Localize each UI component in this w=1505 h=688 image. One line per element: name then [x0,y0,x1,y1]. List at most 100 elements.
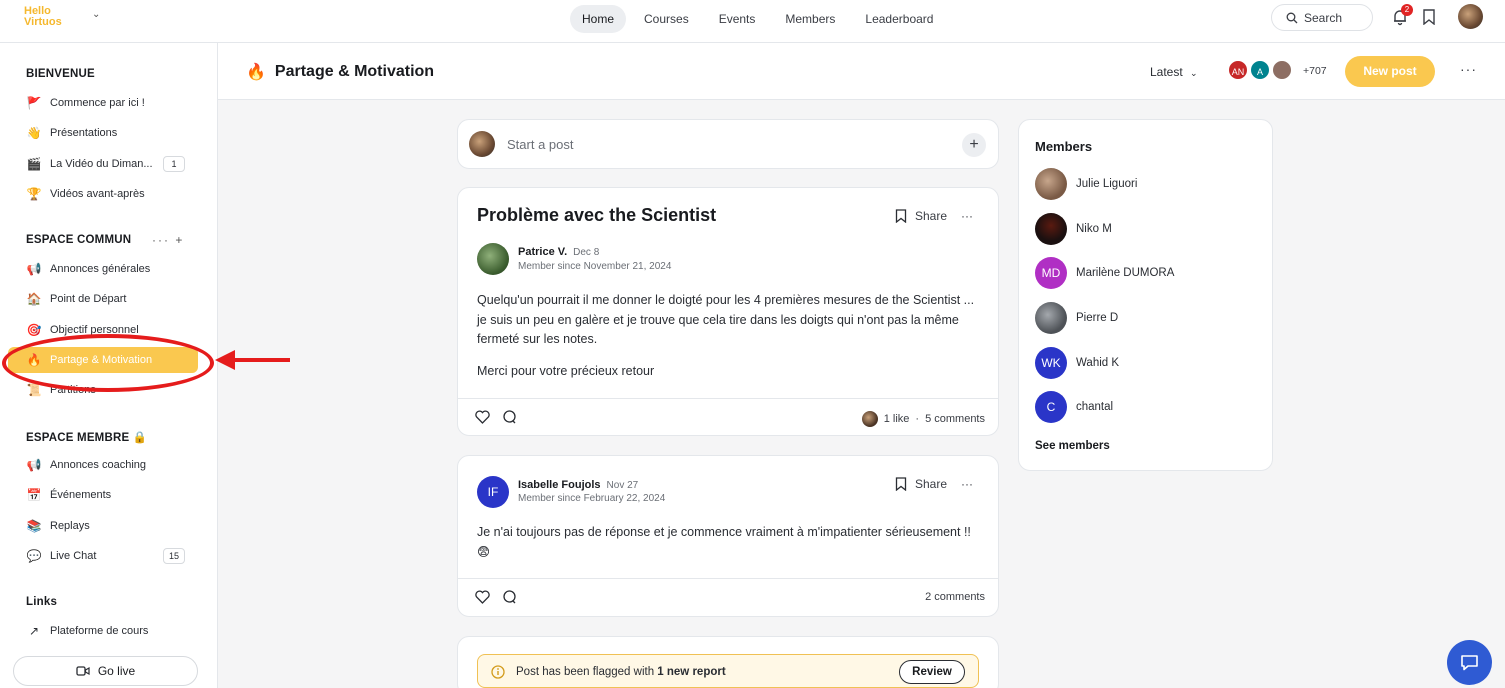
see-members-link[interactable]: See members [1035,440,1110,452]
member-count[interactable]: +707 [1303,65,1327,77]
avatar: MD [1035,257,1067,289]
avatar[interactable]: IF [477,476,509,508]
sidebar-item-annonces-coaching[interactable]: 📢 Annonces coaching [22,452,197,478]
plus-icon[interactable]: + [962,133,986,157]
sidebar-item-annonces-generales[interactable]: 📢 Annonces générales [22,256,197,282]
more-icon[interactable]: ··· [961,209,973,223]
sidebar-item-presentations[interactable]: 👋 Présentations [22,120,197,146]
sidebar-item-replays[interactable]: 📚 Replays [22,513,197,539]
author-name[interactable]: Patrice V. Dec 8 [518,246,599,258]
member-name: Wahid K [1076,357,1120,369]
post-title[interactable]: Problème avec the Scientist [477,205,716,226]
sidebar-item-evenements[interactable]: 📅 Événements [22,482,197,508]
like-count[interactable]: 1 like [884,413,910,425]
nav-events[interactable]: Events [707,5,768,33]
post-date: Dec 8 [573,247,600,258]
post-footer: 2 comments [458,578,998,616]
bookmark-icon[interactable] [895,209,907,223]
sidebar-item-label: Point de Départ [50,293,127,305]
page-title-text: Partage & Motivation [274,63,435,80]
section-title-espace-membre: ESPACE MEMBRE 🔒 [26,432,148,444]
member-avatar[interactable] [1271,59,1293,81]
flagged-text-prefix: Post has been flagged with [516,666,658,678]
nav-home[interactable]: Home [570,5,627,33]
heart-icon[interactable] [475,410,490,424]
annotation-ellipse [2,334,214,392]
comment-icon[interactable] [502,410,517,424]
video-camera-icon [76,666,90,676]
bookmark-icon[interactable] [895,477,907,491]
member-avatar[interactable]: AN [1227,59,1249,81]
liker-avatar [861,411,878,427]
heart-icon[interactable] [475,590,490,604]
avatar[interactable] [477,243,509,275]
unread-count-badge: 15 [163,548,185,564]
member-row[interactable]: Cchantal [1035,391,1113,423]
member-name: Pierre D [1076,312,1119,324]
comment-icon[interactable] [502,590,517,604]
member-avatar[interactable]: A [1249,59,1271,81]
separator-dot: · [915,413,920,425]
more-icon[interactable]: ··· [152,233,170,247]
sidebar-item-point-de-depart[interactable]: 🏠 Point de Départ [22,286,197,312]
calendar-icon: 📅 [26,488,42,502]
plus-icon[interactable]: + [175,233,184,247]
sidebar-item-avant-apres[interactable]: 🏆 Vidéos avant-après [22,181,197,207]
member-since: Member since February 22, 2024 [518,493,666,504]
comment-count[interactable]: 2 comments [925,591,985,603]
fire-icon: 🔥 [246,64,266,81]
sidebar-item-live-chat[interactable]: 💬 Live Chat 15 [22,543,197,569]
post-card: Post has been flagged with 1 new report … [457,636,999,688]
post-body: Je n'ai toujours pas de réponse et je co… [477,523,979,562]
post-body: Quelqu'un pourrait il me donner le doigt… [477,291,979,381]
member-row[interactable]: MD Marilène DUMORA [1035,257,1174,289]
trophy-icon: 🏆 [26,187,42,201]
brand-logo[interactable]: Hello Virtuos [24,6,62,28]
chevron-down-icon[interactable]: ⌄ [92,9,100,20]
author-name-text: Patrice V. [518,246,568,258]
info-icon [491,665,505,679]
more-options-icon[interactable]: ··· [1460,61,1477,77]
share-button[interactable]: Share [915,477,947,491]
post-actions: Share ··· [895,209,973,223]
avatar [469,131,495,157]
more-icon[interactable]: ··· [961,477,973,491]
search-button[interactable]: Search [1271,4,1373,31]
avatar [1035,302,1067,334]
avatar [1035,213,1067,245]
chat-launcher-button[interactable] [1447,640,1492,685]
member-row[interactable]: Julie Liguori [1035,168,1137,200]
member-row[interactable]: WK Wahid K [1035,347,1119,379]
composer-placeholder[interactable]: Start a post [507,137,573,152]
author-name[interactable]: Isabelle Foujols Nov 27 [518,479,638,491]
comment-count[interactable]: 5 comments [925,413,985,425]
sidebar-item-commence[interactable]: 🚩 Commence par ici ! [22,90,197,116]
review-button[interactable]: Review [899,660,965,684]
share-button[interactable]: Share [915,209,947,223]
top-bar: Hello Virtuos ⌄ Home Courses Events Memb… [0,0,1505,43]
sidebar-item-plateforme[interactable]: ↗ Plateforme de cours [22,618,197,644]
wave-icon: 👋 [26,126,42,140]
user-avatar[interactable] [1458,4,1483,29]
post-footer: 1 like · 5 comments [458,398,998,436]
member-row[interactable]: Pierre D [1035,302,1118,334]
nav-courses[interactable]: Courses [632,5,701,33]
search-icon [1286,12,1298,23]
nav-members[interactable]: Members [773,5,847,33]
post-composer[interactable]: Start a post + [457,119,999,169]
flagged-text-count: 1 new report [657,666,726,678]
clapper-icon: 🎬 [26,157,42,171]
speech-bubble-icon: 💬 [26,549,42,563]
sort-dropdown[interactable]: Latest ⌄ [1150,65,1198,79]
nav-leaderboard[interactable]: Leaderboard [853,5,945,33]
logo-text-line2: Virtuos [24,16,62,28]
post-date: Nov 27 [606,480,639,491]
go-live-button[interactable]: Go live [13,656,198,686]
sidebar-item-label: Événements [50,489,112,501]
sidebar-item-video-dimanche[interactable]: 🎬 La Vidéo du Diman... 1 [22,151,197,177]
bookmark-icon[interactable] [1422,9,1436,25]
member-row[interactable]: Niko M [1035,213,1112,245]
new-post-button[interactable]: New post [1345,56,1435,87]
section-actions: ··· + [152,233,184,247]
unread-count-badge: 1 [163,156,185,172]
